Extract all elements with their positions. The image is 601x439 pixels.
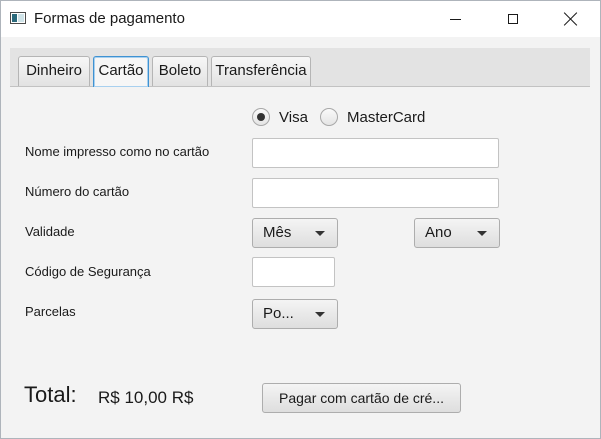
pay-with-card-button[interactable]: Pagar com cartão de cré... — [262, 383, 461, 413]
security-code-label: Código de Segurança — [25, 264, 151, 279]
close-icon — [564, 12, 578, 26]
tab-cartao[interactable]: Cartão — [93, 56, 149, 87]
tab-boleto[interactable]: Boleto — [152, 56, 208, 86]
card-number-label: Número do cartão — [25, 184, 130, 199]
payment-window: Formas de pagamento Dinheiro Cartão Bole… — [0, 0, 601, 439]
tab-dinheiro[interactable]: Dinheiro — [18, 56, 90, 86]
window-title: Formas de pagamento — [34, 10, 185, 27]
chevron-down-icon — [315, 312, 325, 317]
installments-combo[interactable]: Po... — [252, 299, 338, 329]
radio-visa-label: Visa — [279, 108, 308, 126]
minimize-icon — [449, 18, 461, 20]
radio-mastercard-circle[interactable] — [320, 108, 338, 126]
expiry-month-combo[interactable]: Mês — [252, 218, 338, 248]
expiry-label: Validade — [25, 224, 75, 239]
expiry-year-combo[interactable]: Ano — [414, 218, 500, 248]
card-number-field[interactable] — [252, 178, 499, 208]
expiry-year-value: Ano — [425, 224, 452, 241]
expiry-month-value: Mês — [263, 224, 292, 241]
cardholder-name-field[interactable] — [252, 138, 499, 168]
cardholder-name-label: Nome impresso como no cartão — [25, 144, 210, 159]
radio-selected-dot — [257, 113, 265, 121]
title-bar[interactable]: Formas de pagamento — [1, 1, 600, 37]
total-value: R$ 10,00 R$ — [98, 388, 194, 407]
radio-mastercard-label: MasterCard — [347, 108, 426, 126]
minimize-button[interactable] — [432, 1, 478, 37]
security-code-field[interactable] — [252, 257, 335, 287]
tab-bar: Dinheiro Cartão Boleto Transferência — [10, 48, 590, 87]
app-icon — [10, 12, 26, 24]
installments-label: Parcelas — [25, 304, 76, 319]
maximize-icon — [508, 14, 518, 24]
radio-visa[interactable]: Visa — [252, 108, 308, 126]
installments-value: Po... — [263, 305, 294, 322]
chevron-down-icon — [315, 231, 325, 236]
total-label: Total: — [24, 382, 77, 406]
chevron-down-icon — [477, 231, 487, 236]
maximize-button[interactable] — [490, 1, 536, 37]
tab-transferencia[interactable]: Transferência — [211, 56, 311, 86]
close-button[interactable] — [548, 1, 594, 37]
radio-visa-circle[interactable] — [252, 108, 270, 126]
radio-mastercard[interactable]: MasterCard — [320, 108, 425, 126]
